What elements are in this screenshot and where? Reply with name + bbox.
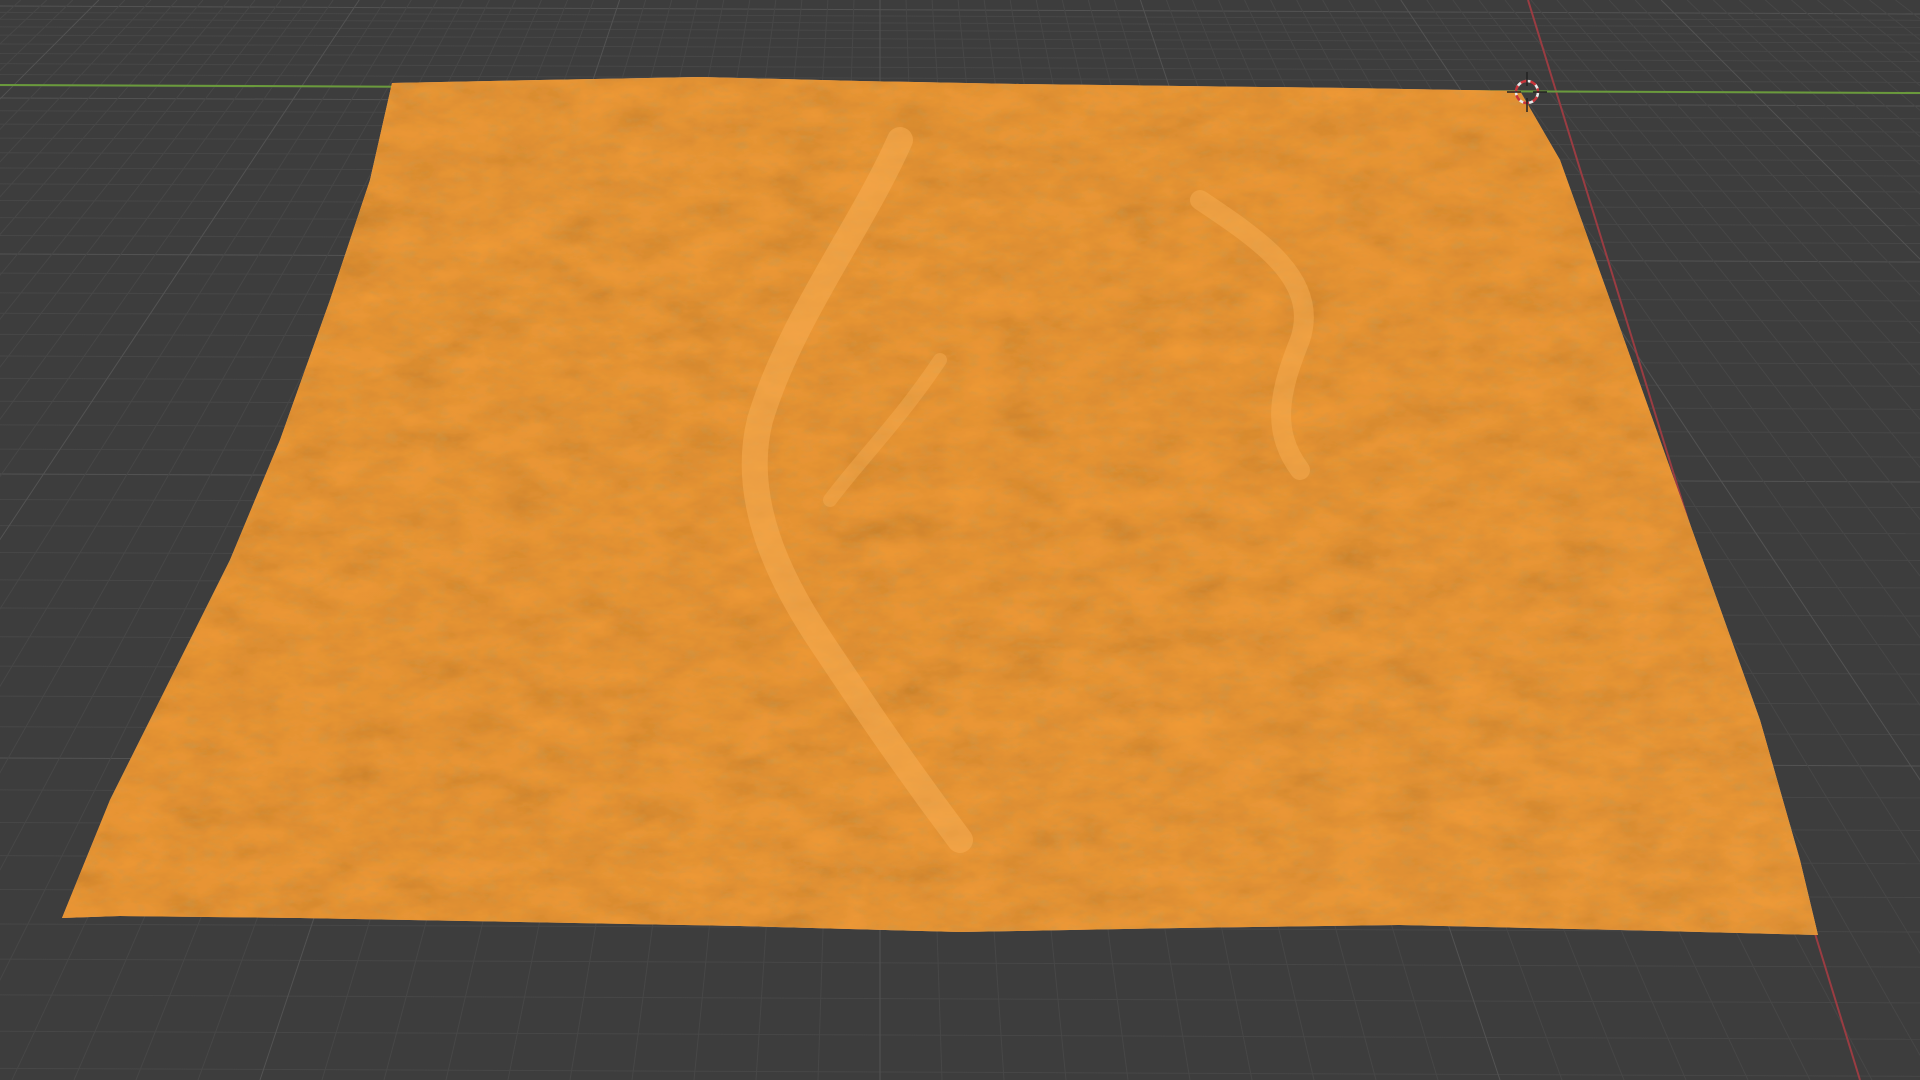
grid-line <box>1869 0 1920 41</box>
grid-line <box>0 0 74 72</box>
viewport-canvas[interactable] <box>0 0 1920 1080</box>
grid-line <box>0 5 1920 15</box>
grid-line <box>0 0 22 20</box>
grid-line <box>0 73 1920 83</box>
3d-viewport[interactable] <box>0 0 1920 1080</box>
grid-line <box>1817 0 1920 87</box>
grid-line <box>0 1030 1920 1040</box>
grid-line <box>0 26 1920 36</box>
grid-line <box>0 0 256 320</box>
grid-line <box>0 958 1920 968</box>
grid-line <box>0 0 48 45</box>
grid-line <box>0 0 100 100</box>
grid-line <box>0 0 230 276</box>
grid-line <box>0 0 152 163</box>
grid-line <box>0 43 1920 53</box>
grid-line <box>0 34 1920 44</box>
grid-line <box>0 1067 1920 1077</box>
grid-line <box>0 0 178 198</box>
terrain-mesh[interactable] <box>62 77 1818 935</box>
